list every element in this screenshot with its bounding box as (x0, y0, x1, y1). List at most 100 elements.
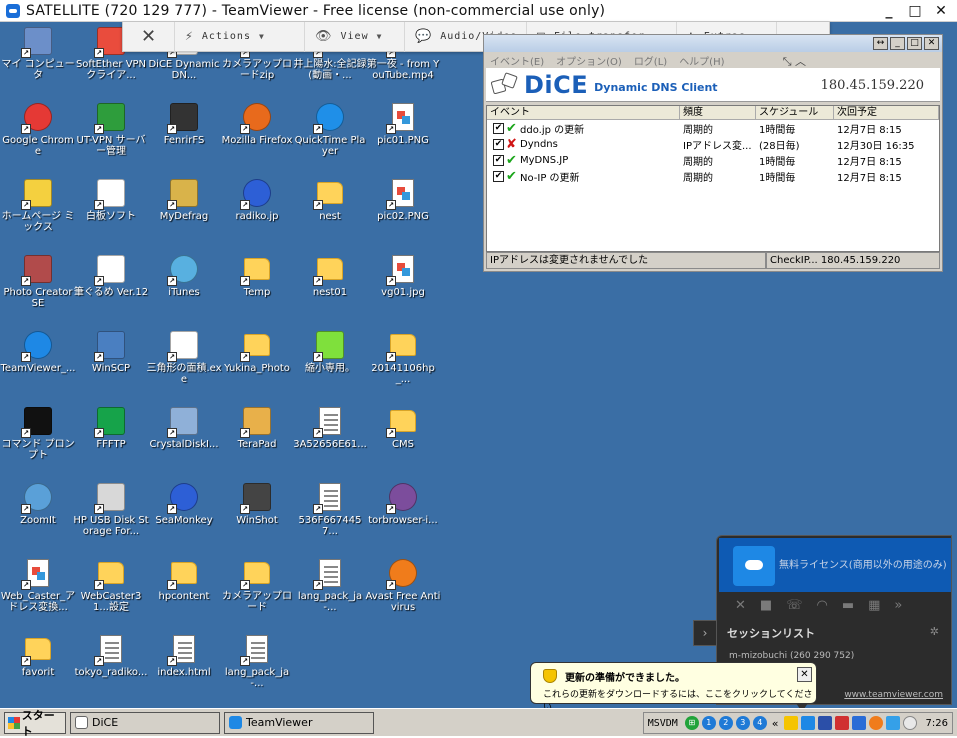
menu-log[interactable]: ログ(L) (634, 53, 667, 68)
event-checkbox[interactable]: ✔ (493, 170, 504, 182)
desktop-icon[interactable]: ↗ index.html (146, 632, 222, 702)
toolbar-actions-menu[interactable]: ⚡ Actions ▼ (175, 21, 305, 52)
desktop-icon[interactable]: ↗ ホームページ ミックス (0, 176, 76, 246)
desktop-icon[interactable]: ↗ マイ コンピュータ (0, 24, 76, 94)
desktop-icon[interactable]: ↗ Avast Free Antivirus (365, 556, 441, 626)
desktop-icon[interactable]: ↗ Temp (219, 252, 295, 322)
desktop-icon[interactable]: ↗ WinShot (219, 480, 295, 550)
dice-restore-button[interactable]: ↔ (873, 37, 888, 50)
desktop-icon[interactable]: ↗ 三角形の面積.exe (146, 328, 222, 398)
desktop-icon[interactable]: ↗ 536F6674457... (292, 480, 368, 550)
start-button[interactable]: スタート (4, 709, 66, 738)
desktop-icon[interactable]: ↗ favorit (0, 632, 76, 702)
desktop-icon[interactable]: ↗ 20141106hp_... (365, 328, 441, 398)
desktop-icon[interactable]: ↗ radiko.jp (219, 176, 295, 246)
video-icon[interactable]: ■ (760, 598, 772, 613)
desktop-icon[interactable]: ↗ SeaMonkey (146, 480, 222, 550)
headset-icon[interactable]: ◠ (816, 598, 827, 613)
toolbar-view-menu[interactable]: 👁 View ▼ (305, 21, 405, 52)
toolbar-collapse-icon[interactable]: ⤡ ︿ (783, 53, 806, 69)
table-row[interactable]: ✔ ✔ ddo.jp の更新 周期的 1時間毎 12月7日 8:15 (487, 120, 939, 136)
task-teamviewer[interactable]: TeamViewer (224, 711, 374, 734)
update-shield-icon[interactable] (783, 716, 798, 730)
desktop-icon[interactable]: ↗ Yukina_Photo (219, 328, 295, 398)
network-icon[interactable] (817, 716, 832, 730)
task-dice[interactable]: DiCE (70, 711, 220, 734)
table-row[interactable]: ✔ ✘ Dyndns IPアドレス変... (28日毎) 12月30日 16:35 (487, 136, 939, 152)
close-button[interactable]: ✕ (931, 1, 951, 21)
desktop-1-icon[interactable]: 1 (701, 716, 716, 730)
teamviewer-website-link[interactable]: www.teamviewer.com (844, 690, 943, 700)
desktop-icon[interactable]: ↗ HP USB Disk Storage For... (73, 480, 149, 550)
desktop-icon[interactable]: ↗ UT-VPN サーバー管理 (73, 100, 149, 170)
desktop-icon[interactable]: ↗ Mozilla Firefox (219, 100, 295, 170)
desktop-icon[interactable]: ↗ pic02.PNG (365, 176, 441, 246)
table-row[interactable]: ✔ ✔ MyDNS.JP 周期的 1時間毎 12月7日 8:15 (487, 152, 939, 168)
panel-close-icon[interactable]: ✕ (735, 598, 746, 613)
session-partner[interactable]: m-mizobuchi (260 290 752) (729, 651, 854, 661)
gear-icon[interactable]: ✲ (930, 625, 939, 638)
desktop-icon[interactable]: ↗ TeamViewer_... (0, 328, 76, 398)
more-icon[interactable]: » (894, 598, 902, 613)
event-checkbox[interactable]: ✔ (493, 122, 504, 134)
desktop-icon[interactable]: ↗ lang_pack_ja-... (219, 632, 295, 702)
menu-option[interactable]: オプション(O) (556, 53, 622, 68)
teamviewer-tray-icon[interactable] (800, 716, 815, 730)
desktop-icon[interactable]: ↗ CMS (365, 404, 441, 474)
minimize-button[interactable]: _ (879, 1, 899, 21)
desktop-icon[interactable]: ↗ コマンド プロンプト (0, 404, 76, 474)
desktop-icon[interactable]: ↗ QuickTime Player (292, 100, 368, 170)
desktop-icon[interactable]: ↗ TeraPad (219, 404, 295, 474)
balloon-close-button[interactable]: ✕ (797, 667, 812, 682)
desktop-icon[interactable]: ↗ lang_pack_ja-... (292, 556, 368, 626)
desktop-icon[interactable]: ↗ iTunes (146, 252, 222, 322)
desktop-icon[interactable]: ↗ 筆ぐるめ Ver.12 (73, 252, 149, 322)
tray-clock[interactable]: 7:26 (926, 718, 948, 729)
desktop-icon[interactable]: ↗ ZoomIt (0, 480, 76, 550)
desktop-icon[interactable]: ↗ FenrirFS (146, 100, 222, 170)
table-row[interactable]: ✔ ✔ No-IP の更新 周期的 1時間毎 12月7日 8:15 (487, 168, 939, 184)
desktop-icon[interactable]: ↗ torbrowser-i... (365, 480, 441, 550)
msvdm-label[interactable]: MSVDM (648, 718, 678, 729)
desktop-icon[interactable]: ↗ hpcontent (146, 556, 222, 626)
desktop-icon[interactable]: ↗ WebCaster31...設定 (73, 556, 149, 626)
panel-expand-button[interactable]: › (693, 620, 717, 646)
menu-help[interactable]: ヘルプ(H) (679, 53, 724, 68)
desktop-icon[interactable]: ↗ pic01.PNG (365, 100, 441, 170)
desktop-icon[interactable]: ↗ CrystalDiskI... (146, 404, 222, 474)
desktop-3-icon[interactable]: 3 (735, 716, 750, 730)
column-next[interactable]: 次回予定 (834, 106, 939, 119)
desktop-icon[interactable]: ↗ 3A52656E61... (292, 404, 368, 474)
desktop-icon[interactable]: ↗ Google Chrome (0, 100, 76, 170)
avast-tray-icon[interactable] (868, 716, 883, 730)
desktop-icon[interactable]: ↗ Web_Caster_アドレス変換... (0, 556, 76, 626)
event-checkbox[interactable]: ✔ (493, 154, 504, 166)
dice-maximize-button[interactable]: □ (907, 37, 922, 50)
column-event[interactable]: イベント (487, 106, 680, 119)
desktop-icon[interactable]: ↗ tokyo_radiko... (73, 632, 149, 702)
menu-event[interactable]: イベント(E) (490, 53, 544, 68)
column-frequency[interactable]: 頻度 (680, 106, 756, 119)
session-list-title[interactable]: セッションリスト (727, 625, 815, 641)
desktop-switch-icon[interactable]: ⊞ (684, 716, 699, 730)
update-notification-balloon[interactable]: 更新の準備ができました。 これらの更新をダウンロードするには、ここをクリックして… (530, 662, 817, 713)
column-schedule[interactable]: スケジュール (756, 106, 834, 119)
tray-expand-icon[interactable]: « (772, 717, 779, 730)
clock-app-icon[interactable] (902, 716, 917, 730)
desktop-icon[interactable]: ↗ カメラアップロード (219, 556, 295, 626)
desktop-icon[interactable]: ↗ Photo Creator SE (0, 252, 76, 322)
vpn-tray-icon[interactable] (885, 716, 900, 730)
desktop-icon[interactable]: ↗ MyDefrag (146, 176, 222, 246)
event-checkbox[interactable]: ✔ (493, 138, 504, 150)
desktop-icon[interactable]: ↗ 白板ソフト (73, 176, 149, 246)
maximize-button[interactable]: □ (905, 1, 925, 21)
whiteboard-icon[interactable]: ▦ (868, 598, 880, 613)
chat-icon[interactable]: ▬ (842, 598, 854, 613)
phone-icon[interactable]: ☏ (786, 598, 802, 613)
desktop-icon[interactable]: ↗ 縮小専用。 (292, 328, 368, 398)
desktop-icon[interactable]: ↗ nest (292, 176, 368, 246)
bluetooth-icon[interactable] (851, 716, 866, 730)
desktop-icon[interactable]: ↗ vg01.jpg (365, 252, 441, 322)
desktop-icon[interactable]: ↗ FFFTP (73, 404, 149, 474)
desktop-icon[interactable]: ↗ WinSCP (73, 328, 149, 398)
